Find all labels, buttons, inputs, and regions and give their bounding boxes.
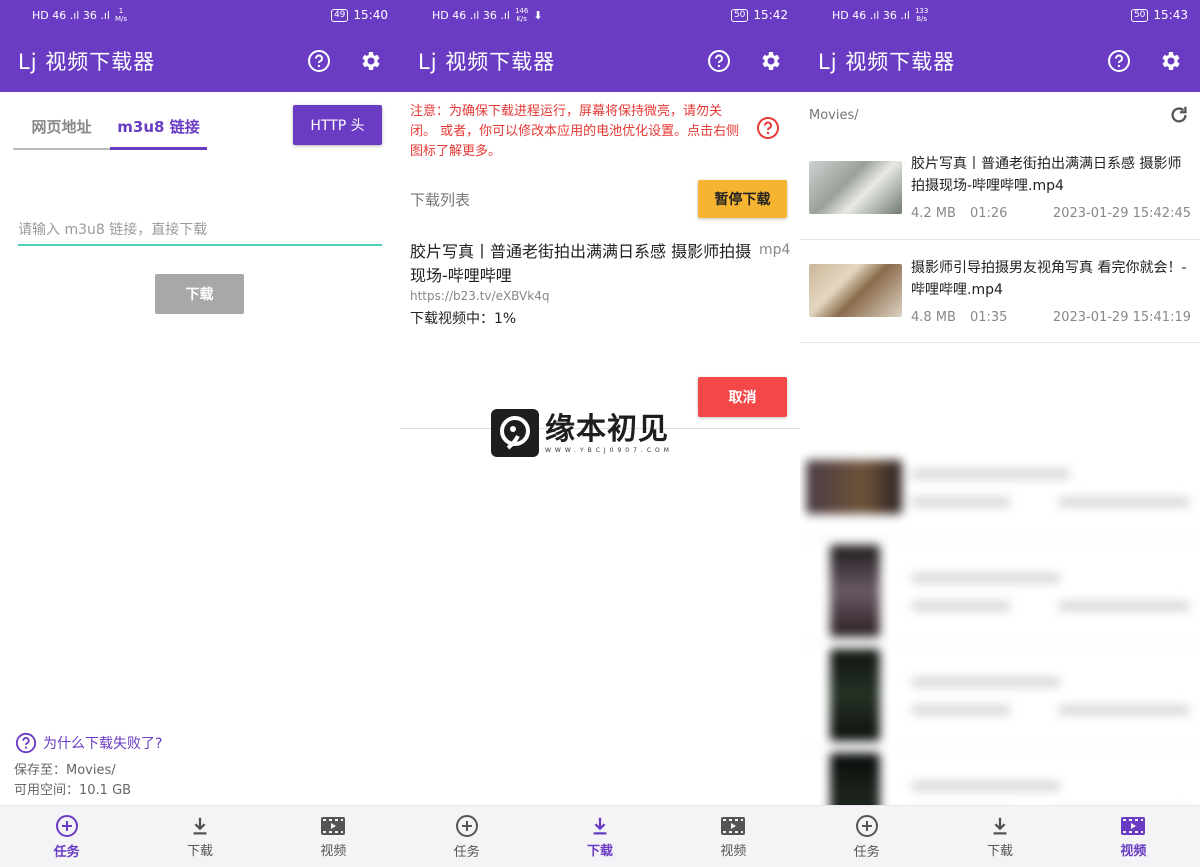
task-title: 胶片写真丨普通老街拍出满满日系感 摄影师拍摄现场-哔哩哔哩 — [410, 242, 752, 285]
video-title: 摄影师引导拍摄男友视角写真 看完你就会！-哔哩哔哩.mp4 — [911, 260, 1187, 298]
status-bar: HD 46 .ıl 36 .ıl 133 B/s 50 15:43 — [800, 0, 1200, 30]
cancel-button[interactable]: 取消 — [698, 377, 787, 417]
video-thumbnail — [806, 460, 902, 514]
signal-indicator: HD 46 .ıl 36 .ıl — [32, 8, 110, 22]
clock: 15:40 — [353, 8, 388, 22]
download-button[interactable]: 下载 — [155, 274, 244, 314]
bottom-nav: 任务 下载 视频 — [800, 805, 1200, 867]
battery-warning: 注意：为确保下载进程运行，屏幕将保持微亮，请勿关闭。 或者，你可以修改本应用的电… — [410, 104, 740, 159]
http-header-button[interactable]: HTTP 头 — [293, 105, 382, 145]
tab-web-address[interactable]: 网页地址 — [13, 104, 110, 148]
screen-task: HD 46 .ıl 36 .ıl 1 M/s 49 15:40 Lj 视频下载器 … — [0, 0, 400, 867]
film-icon — [321, 816, 346, 835]
signal-indicator: HD 46 .ıl 36 .ıl — [432, 8, 510, 22]
video-item[interactable] — [800, 539, 1200, 643]
battery-indicator: 49 — [330, 8, 349, 22]
video-item[interactable] — [800, 435, 1200, 539]
help-circle-icon[interactable] — [1106, 48, 1132, 74]
tab-m3u8-link[interactable]: m3u8 链接 — [110, 104, 207, 150]
clock: 15:43 — [1153, 8, 1188, 22]
app-bar: Lj 视频下载器 — [400, 30, 800, 92]
watermark-text: 缘本初见 — [545, 411, 669, 447]
battery-indicator: 50 — [1130, 8, 1149, 22]
nav-download[interactable]: 下载 — [133, 806, 266, 867]
why-failed-link[interactable]: 为什么下载失败了? — [15, 732, 162, 754]
nav-task[interactable]: 任务 — [400, 806, 533, 867]
film-icon — [721, 816, 746, 835]
video-size: 4.8 MB — [911, 310, 956, 325]
clock: 15:42 — [753, 8, 788, 22]
bottom-nav: 任务 下载 视频 — [400, 805, 800, 867]
nav-video[interactable]: 视频 — [667, 806, 800, 867]
add-circle-icon — [455, 814, 478, 837]
gear-icon[interactable] — [1158, 48, 1184, 74]
video-title: 胶片写真丨普通老街拍出满满日系感 摄影师拍摄现场-哔哩哔哩.mp4 — [911, 156, 1182, 194]
watermark: 缘本初见 WWW.YBCJ0907.COM — [491, 409, 673, 457]
app-title: Lj 视频下载器 — [418, 50, 556, 74]
add-circle-icon — [55, 814, 78, 837]
video-date: 2023-01-29 15:41:19 — [1052, 310, 1191, 325]
app-bar: Lj 视频下载器 — [800, 30, 1200, 92]
video-duration: 01:35 — [969, 310, 1008, 325]
download-list-header: 下载列表 — [410, 191, 471, 209]
network-speed: 133 B/s — [914, 7, 929, 23]
video-thumbnail — [830, 545, 880, 637]
task-status: 下载视频中：1% — [410, 311, 517, 327]
nav-task[interactable]: 任务 — [0, 806, 133, 867]
video-size: 4.2 MB — [911, 206, 956, 221]
video-item[interactable]: 胶片写真丨普通老街拍出满满日系感 摄影师拍摄现场-哔哩哔哩.mp4 4.2 MB… — [800, 139, 1200, 240]
screen-video: HD 46 .ıl 36 .ıl 133 B/s 50 15:43 Lj 视频下载… — [800, 0, 1200, 867]
status-bar: HD 46 .ıl 36 .ıl 1 M/s 49 15:40 — [0, 0, 400, 30]
download-arrow-icon: ⬇ — [533, 8, 543, 22]
folder-path: Movies/ — [809, 108, 859, 123]
task-extension: mp4 — [759, 242, 791, 258]
nav-download[interactable]: 下载 — [933, 806, 1066, 867]
watermark-url: WWW.YBCJ0907.COM — [545, 446, 673, 454]
help-circle-icon — [15, 732, 37, 754]
app-bar: Lj 视频下载器 — [0, 30, 400, 92]
video-thumbnail — [830, 649, 880, 741]
help-circle-icon[interactable] — [706, 48, 732, 74]
signal-indicator: HD 46 .ıl 36 .ıl — [832, 8, 910, 22]
download-icon — [193, 817, 207, 834]
help-circle-icon[interactable] — [756, 116, 780, 144]
download-icon — [593, 817, 607, 834]
video-meta: 4.2 MB 01:26 2023-01-29 15:42:45 — [911, 206, 1191, 221]
gear-icon[interactable] — [358, 48, 384, 74]
video-thumbnail — [809, 264, 902, 317]
network-speed: 146 K/s — [514, 7, 529, 23]
add-circle-icon — [855, 814, 878, 837]
video-date: 2023-01-29 15:42:45 — [1052, 206, 1191, 221]
video-item[interactable]: 摄影师引导拍摄男友视角写真 看完你就会！-哔哩哔哩.mp4 4.8 MB 01:… — [800, 241, 1200, 343]
task-url: https://b23.tv/eXBVk4q — [410, 289, 550, 303]
video-meta: 4.8 MB 01:35 2023-01-29 15:41:19 — [911, 310, 1191, 325]
download-icon — [993, 817, 1007, 834]
app-title: Lj 视频下载器 — [18, 50, 156, 74]
pause-download-button[interactable]: 暂停下载 — [698, 180, 787, 218]
nav-task[interactable]: 任务 — [800, 806, 933, 867]
free-space: 可用空间：10.1 GB — [14, 783, 132, 798]
watermark-logo — [491, 409, 539, 457]
app-title: Lj 视频下载器 — [818, 50, 956, 74]
help-circle-icon[interactable] — [306, 48, 332, 74]
save-location: 保存至：Movies/ — [14, 763, 116, 778]
gear-icon[interactable] — [758, 48, 784, 74]
network-speed: 1 M/s — [114, 7, 127, 23]
video-item[interactable] — [800, 643, 1200, 747]
input-mode-tabs: 网页地址 m3u8 链接 — [13, 104, 207, 150]
film-icon — [1121, 816, 1146, 835]
m3u8-url-input[interactable] — [18, 216, 382, 246]
bottom-nav: 任务 下载 视频 — [0, 805, 400, 867]
nav-video[interactable]: 视频 — [1067, 806, 1200, 867]
why-failed-label: 为什么下载失败了? — [43, 736, 163, 752]
nav-video[interactable]: 视频 — [267, 806, 400, 867]
video-duration: 01:26 — [969, 206, 1008, 221]
status-bar: HD 46 .ıl 36 .ıl 146 K/s ⬇ 50 15:42 — [400, 0, 800, 30]
battery-indicator: 50 — [730, 8, 749, 22]
nav-download[interactable]: 下载 — [533, 806, 666, 867]
video-thumbnail — [809, 161, 902, 214]
refresh-icon[interactable] — [1168, 104, 1190, 130]
